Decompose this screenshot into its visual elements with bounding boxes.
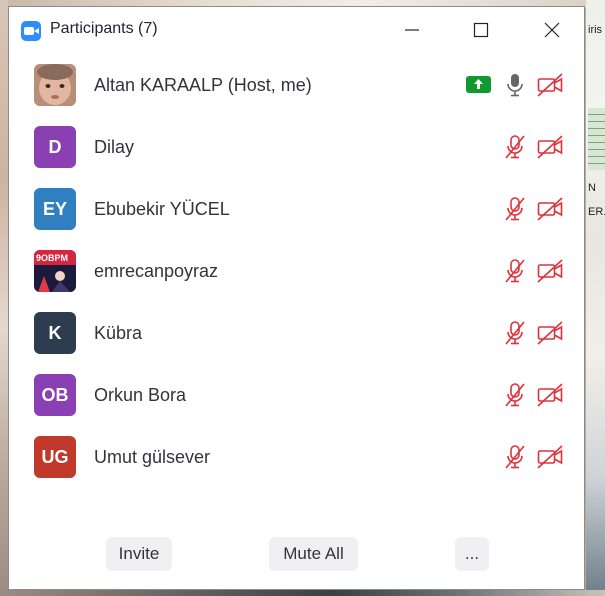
maximize-button[interactable]	[458, 7, 504, 53]
video-off-icon[interactable]	[537, 382, 563, 408]
avatar	[34, 64, 76, 106]
video-off-icon[interactable]	[537, 320, 563, 346]
participant-name: Kübra	[94, 323, 143, 343]
participant-row[interactable]: UG Umut gülsever	[9, 427, 584, 489]
participant-row[interactable]: 9OBPM emrecanpoyraz	[9, 241, 584, 303]
background-text: N	[588, 182, 596, 194]
desktop-background-right	[586, 0, 605, 596]
mic-muted-icon[interactable]	[503, 320, 527, 346]
video-off-icon[interactable]	[537, 72, 563, 98]
participants-window: Participants (7) Altan KARAALP (Host, me…	[8, 6, 585, 590]
invite-button[interactable]: Invite	[106, 537, 172, 571]
zoom-app-icon	[21, 21, 41, 41]
avatar: OB	[34, 374, 76, 416]
participant-name: Dilay	[94, 137, 135, 157]
more-options-button[interactable]: ...	[455, 537, 489, 571]
avatar: UG	[34, 436, 76, 478]
mic-muted-icon[interactable]	[503, 258, 527, 284]
minimize-button[interactable]	[389, 7, 435, 53]
mic-muted-icon[interactable]	[503, 134, 527, 160]
participant-name: Orkun Bora	[94, 385, 187, 405]
avatar: EY	[34, 188, 76, 230]
mic-icon[interactable]	[503, 72, 527, 98]
participant-row[interactable]: K Kübra	[9, 303, 584, 365]
participant-row[interactable]: D Dilay	[9, 117, 584, 179]
mic-muted-icon[interactable]	[503, 444, 527, 470]
avatar: 9OBPM	[34, 250, 76, 292]
participant-row[interactable]: OB Orkun Bora	[9, 365, 584, 427]
participant-name: Altan KARAALP (Host, me)	[94, 75, 312, 95]
participant-name: emrecanpoyraz	[94, 261, 219, 281]
close-button[interactable]	[529, 7, 575, 53]
background-spreadsheet-thumbnail	[588, 108, 605, 170]
title-bar[interactable]: Participants (7)	[9, 7, 584, 53]
participant-row[interactable]: EY Ebubekir YÜCEL	[9, 179, 584, 241]
video-off-icon[interactable]	[537, 134, 563, 160]
video-off-icon[interactable]	[537, 196, 563, 222]
video-off-icon[interactable]	[537, 258, 563, 284]
avatar: K	[34, 312, 76, 354]
window-title: Participants (7)	[50, 20, 158, 37]
participant-row[interactable]: Altan KARAALP (Host, me)	[9, 55, 584, 117]
desktop-background-bottom	[0, 590, 605, 596]
desktop-background-left	[0, 0, 8, 596]
background-text: iris	[588, 24, 603, 36]
background-text: ER.	[588, 206, 605, 218]
maximize-icon	[473, 22, 489, 38]
avatar-logo-text: 9OBPM	[36, 253, 68, 263]
close-icon	[544, 22, 560, 38]
mic-muted-icon[interactable]	[503, 382, 527, 408]
participant-name: Umut gülsever	[94, 447, 211, 467]
share-screen-icon	[466, 76, 491, 93]
mute-all-button[interactable]: Mute All	[269, 537, 358, 571]
avatar: D	[34, 126, 76, 168]
participant-name: Ebubekir YÜCEL	[94, 199, 230, 219]
minimize-icon	[405, 29, 419, 31]
video-off-icon[interactable]	[537, 444, 563, 470]
mic-muted-icon[interactable]	[503, 196, 527, 222]
